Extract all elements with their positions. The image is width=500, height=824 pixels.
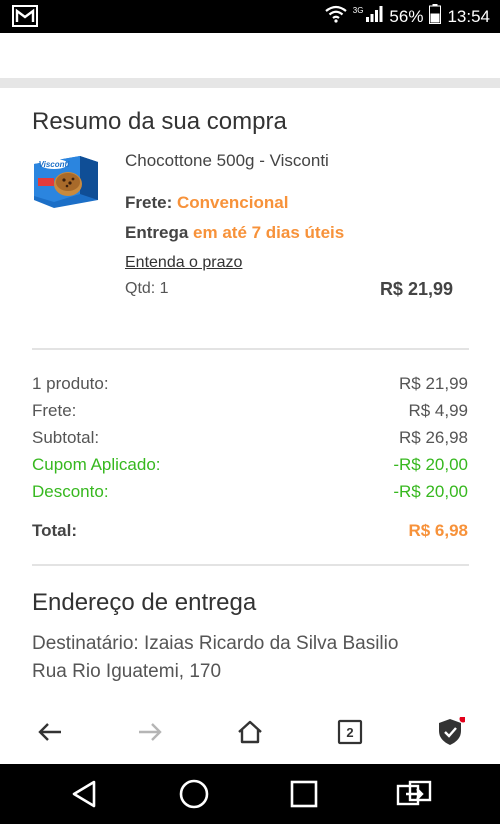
system-nav-bar [0,764,500,824]
delivery-value: em até 7 dias úteis [193,223,345,242]
gmail-notification-icon [12,5,38,32]
shield-icon[interactable] [430,712,470,752]
browser-toolbar: 2 [0,700,500,764]
wifi-icon [325,5,347,28]
understand-deadline-link[interactable]: Entenda o prazo [125,254,242,272]
status-bar: 3G 56% 13:54 [0,0,500,33]
address-title: Endereço de entrega [32,589,257,616]
delivery-label: Entrega [125,223,189,242]
row-label: Desconto: [32,482,109,501]
row-value: -R$ 20,00 [393,455,468,474]
delivery-line: Entrega em até 7 dias úteis [125,223,344,243]
forward-arrow-icon[interactable] [130,712,170,752]
shipping-label: Frete: [125,193,173,212]
nav-recents-icon[interactable] [282,774,326,814]
summary-title: Resumo da sua compra [32,108,287,135]
back-arrow-icon[interactable] [30,712,70,752]
divider [32,564,469,566]
nav-back-icon[interactable] [62,774,106,814]
network-type: 3G [352,6,364,15]
tab-count: 2 [346,724,354,740]
total-value: R$ 6,98 [408,521,468,540]
nav-home-icon[interactable] [172,774,216,814]
product-image[interactable]: Visconti [32,150,102,210]
tabs-icon[interactable]: 2 [330,712,370,752]
row-value: R$ 4,99 [408,401,468,420]
row-label: Frete: [32,401,77,420]
row-label: Subtotal: [32,428,100,447]
product-name: Chocottone 500g - Visconti [125,151,329,170]
battery-icon [429,4,442,29]
home-icon[interactable] [230,712,270,752]
nav-switch-window-icon[interactable] [392,774,436,814]
row-value: -R$ 20,00 [393,482,468,501]
quantity: Qtd: 1 [125,280,169,297]
divider [32,348,469,350]
battery-percent: 56% [389,6,424,26]
street-address: Rua Rio Iguatemi, 170 [32,661,222,682]
clock: 13:54 [447,6,490,26]
row-value: R$ 21,99 [399,374,468,393]
row-label: Cupom Aplicado: [32,455,161,474]
section-separator [0,78,500,88]
shipping-value: Convencional [176,193,289,212]
previous-section-cut [0,33,500,78]
item-price: R$ 21,99 [379,279,453,299]
shipping-line: Frete: Convencional [125,193,288,213]
recipient: Destinatário: Izaias Ricardo da Silva Ba… [32,633,399,654]
row-value: R$ 26,98 [399,428,468,447]
total-label: Total: [32,521,78,540]
svg-text:Visconti: Visconti [39,160,71,169]
signal-icon [365,5,383,28]
row-label: 1 produto: [32,374,109,393]
